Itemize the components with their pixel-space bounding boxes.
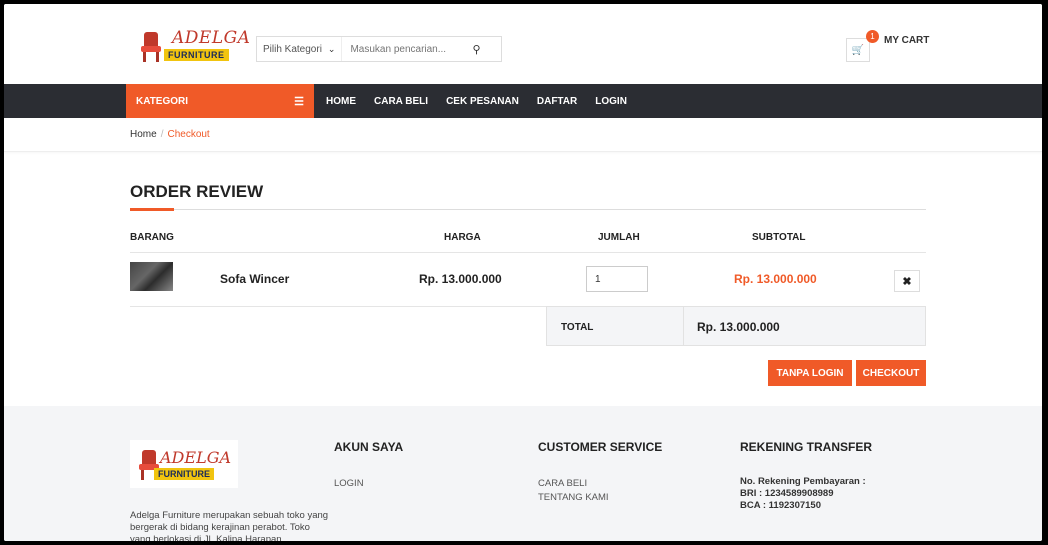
title-accent [130,208,174,211]
footer-logo-text: ADELGA [160,448,232,467]
kategori-menu[interactable]: KATEGORI ☰ [126,84,314,118]
col-header-jumlah: JUMLAH [598,232,640,243]
my-cart-link[interactable]: MY CART [884,35,929,46]
product-price: Rp. 13.000.000 [419,272,502,286]
product-thumbnail[interactable] [130,262,173,291]
nav-links: HOME CARA BELI CEK PESANAN DAFTAR LOGIN [326,84,645,118]
table-header-divider [130,252,926,253]
chevron-down-icon: ⌄ [327,43,336,54]
footer-cs-title: CUSTOMER SERVICE [538,440,663,454]
kategori-label: KATEGORI [136,95,189,107]
footer-akun-title: AKUN SAYA [334,440,404,454]
footer-link-cara-beli[interactable]: CARA BELI [538,478,587,489]
menu-icon: ☰ [294,96,304,108]
main-nav: KATEGORI ☰ HOME CARA BELI CEK PESANAN DA… [4,84,1042,118]
close-icon: ✖ [902,275,912,288]
cart-button[interactable]: 🛒 [846,38,870,62]
logo-subtext: FURNITURE [164,49,229,61]
page: ADELGA FURNITURE Pilih Kategori ⌄ ⚲ 🛒 1 … [4,4,1042,541]
logo-text: ADELGA [172,28,251,48]
breadcrumb-home[interactable]: Home [130,129,157,140]
col-header-barang: BARANG [130,232,174,243]
footer-logo-subtext: FURNITURE [154,468,214,480]
checkout-button[interactable]: CHECKOUT [856,360,926,386]
nav-home[interactable]: HOME [326,96,356,107]
footer-link-tentang-kami[interactable]: TENTANG KAMI [538,492,609,503]
site-footer: ADELGA FURNITURE Adelga Furniture merupa… [4,406,1042,541]
site-header: ADELGA FURNITURE Pilih Kategori ⌄ ⚲ 🛒 1 … [4,4,1042,84]
search-input[interactable] [350,43,461,55]
footer-link-login[interactable]: LOGIN [334,478,364,489]
breadcrumb-current: Checkout [167,129,210,140]
rekening-bri: BRI : 1234589908989 [740,488,834,499]
rekening-line-1: No. Rekening Pembayaran : [740,476,866,487]
nav-daftar[interactable]: DAFTAR [537,96,577,107]
footer-description: Adelga Furniture merupakan sebuah toko y… [130,510,329,541]
quantity-input[interactable] [586,266,648,292]
rekening-bca: BCA : 1192307150 [740,500,821,511]
total-label: TOTAL [561,322,594,333]
chair-logo-icon [141,32,161,62]
cart-count-badge: 1 [866,30,879,43]
total-box: TOTAL Rp. 13.000.000 [546,306,926,346]
product-subtotal: Rp. 13.000.000 [734,272,817,286]
category-select[interactable]: Pilih Kategori ⌄ [257,37,343,61]
nav-cara-beli[interactable]: CARA BELI [374,96,428,107]
tanpa-login-button[interactable]: TANPA LOGIN [768,360,852,386]
category-select-label: Pilih Kategori [263,43,322,55]
page-title: ORDER REVIEW [130,182,264,201]
breadcrumb: Home / Checkout [130,129,210,140]
title-divider [130,209,926,210]
search-icon[interactable]: ⚲ [472,43,480,56]
footer-logo: ADELGA FURNITURE [130,440,238,488]
col-header-subtotal: SUBTOTAL [752,232,806,243]
total-value: Rp. 13.000.000 [697,320,780,334]
nav-cek-pesanan[interactable]: CEK PESANAN [446,96,519,107]
remove-item-button[interactable]: ✖ [894,270,920,292]
footer-rekening-title: REKENING TRANSFER [740,440,873,454]
site-logo[interactable]: ADELGA FURNITURE [136,28,250,70]
cart-icon: 🛒 [851,44,865,56]
product-name[interactable]: Sofa Wincer [220,272,289,286]
nav-login[interactable]: LOGIN [595,96,627,107]
total-divider [683,307,684,345]
col-header-harga: HARGA [444,232,481,243]
search-bar: Pilih Kategori ⌄ ⚲ [256,36,502,62]
breadcrumb-separator: / [160,129,164,140]
